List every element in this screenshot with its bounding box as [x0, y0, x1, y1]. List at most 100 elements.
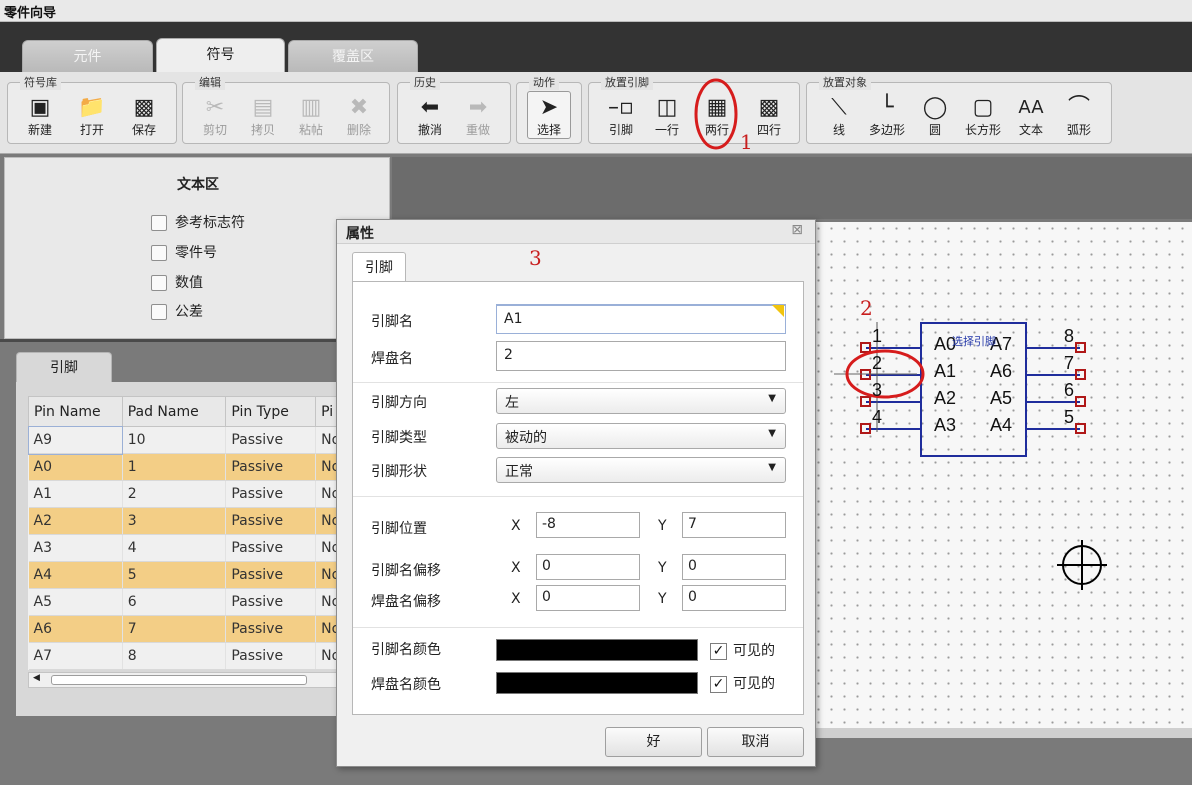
select-button[interactable]: ➤ 选择: [527, 91, 571, 139]
text-button[interactable]: AA 文本: [1009, 95, 1053, 138]
table-cell[interactable]: Passive: [225, 453, 317, 481]
pin-direction-select[interactable]: 左 ▼: [496, 388, 786, 414]
table-row[interactable]: A2 3 Passive No: [28, 507, 358, 535]
undo-button[interactable]: ⬅ 撤消: [408, 95, 452, 138]
table-cell[interactable]: A3: [28, 534, 123, 562]
option-reference-designator[interactable]: 参考标志符: [151, 212, 245, 234]
arc-button[interactable]: ⌒ 弧形: [1057, 95, 1101, 138]
checkbox[interactable]: [151, 304, 167, 320]
table-cell[interactable]: Passive: [225, 480, 317, 508]
table-row[interactable]: A7 8 Passive No: [28, 642, 358, 670]
horizontal-scrollbar[interactable]: ◀: [28, 672, 358, 688]
new-button[interactable]: ▣ 新建: [18, 95, 62, 138]
pin-label-a1[interactable]: A1: [934, 361, 956, 382]
table-cell[interactable]: Passive: [225, 507, 317, 535]
table-cell[interactable]: 10: [122, 426, 227, 454]
column-pad-name[interactable]: Pad Name: [121, 396, 227, 427]
cut-button[interactable]: ✂ 剪切: [193, 95, 237, 138]
save-button[interactable]: ▩ 保存: [122, 95, 166, 138]
name-offset-x-field[interactable]: 0: [536, 554, 640, 580]
name-offset-y-field[interactable]: 0: [682, 554, 786, 580]
table-cell[interactable]: 5: [122, 561, 227, 589]
table-row[interactable]: A4 5 Passive No: [28, 561, 358, 589]
open-button[interactable]: 📁 打开: [70, 95, 114, 138]
table-cell[interactable]: Passive: [225, 426, 317, 454]
dialog-titlebar[interactable]: 属性 ⊠: [337, 220, 815, 244]
one-row-button[interactable]: ◫ 一行: [645, 95, 689, 138]
cancel-button[interactable]: 取消: [707, 727, 804, 757]
table-row[interactable]: A0 1 Passive No: [28, 453, 358, 481]
tab-pin[interactable]: 引脚: [352, 252, 406, 282]
tab-footprint[interactable]: 覆盖区: [288, 40, 418, 72]
copy-button[interactable]: ▤ 拷贝: [241, 95, 285, 138]
table-cell[interactable]: A2: [28, 507, 123, 535]
position-x-field[interactable]: -8: [536, 512, 640, 538]
table-row[interactable]: A6 7 Passive No: [28, 615, 358, 643]
pad-offset-y-field[interactable]: 0: [682, 585, 786, 611]
pin-shape-select[interactable]: 正常 ▼: [496, 457, 786, 483]
option-part-number[interactable]: 零件号: [151, 242, 217, 264]
table-row[interactable]: A9 10 Passive No: [27, 425, 358, 455]
pad-name-visible-checkbox[interactable]: ✓ 可见的: [710, 673, 775, 693]
table-cell[interactable]: 1: [122, 453, 227, 481]
circle-button[interactable]: ◯ 圆: [913, 95, 957, 138]
table-cell[interactable]: A5: [28, 588, 123, 616]
table-cell[interactable]: 8: [122, 642, 227, 670]
checkbox[interactable]: [151, 215, 167, 231]
table-cell[interactable]: 7: [122, 615, 227, 643]
pin-name-color-swatch[interactable]: [496, 639, 698, 661]
table-cell[interactable]: 3: [122, 507, 227, 535]
line-button[interactable]: ⟍ 线: [817, 95, 861, 138]
tab-component[interactable]: 元件: [22, 40, 153, 72]
table-cell[interactable]: 6: [122, 588, 227, 616]
pad-name-color-swatch[interactable]: [496, 672, 698, 694]
table-cell[interactable]: Passive: [225, 561, 317, 589]
option-tolerance[interactable]: 公差: [151, 301, 203, 323]
pin-button[interactable]: –▫ 引脚: [599, 95, 643, 138]
check-icon[interactable]: ✓: [710, 642, 727, 660]
option-value[interactable]: 数值: [151, 272, 203, 294]
polygon-button[interactable]: └ 多边形: [865, 95, 909, 138]
pin-name-field[interactable]: A1: [496, 304, 786, 334]
table-cell[interactable]: 4: [122, 534, 227, 562]
table-cell[interactable]: A6: [28, 615, 123, 643]
pin-type-select[interactable]: 被动的 ▼: [496, 423, 786, 449]
column-pin-type[interactable]: Pin Type: [225, 396, 317, 427]
pad-name-field[interactable]: 2: [496, 341, 786, 371]
table-cell[interactable]: A4: [28, 561, 123, 589]
table-cell[interactable]: Passive: [225, 534, 317, 562]
table-cell[interactable]: Passive: [225, 588, 317, 616]
pin-label-a2[interactable]: A2: [934, 388, 956, 409]
pin-name-visible-checkbox[interactable]: ✓ 可见的: [710, 640, 775, 660]
checkbox[interactable]: [151, 275, 167, 291]
column-pin-name[interactable]: Pin Name: [28, 396, 123, 427]
delete-button[interactable]: ✖ 删除: [337, 95, 381, 138]
pin-label-a5[interactable]: A5: [990, 388, 1012, 409]
paste-button[interactable]: ▥ 粘帖: [289, 95, 333, 138]
pad-offset-x-field[interactable]: 0: [536, 585, 640, 611]
tab-symbol[interactable]: 符号: [156, 38, 285, 72]
pin-label-a3[interactable]: A3: [934, 415, 956, 436]
table-cell[interactable]: A9: [27, 425, 124, 455]
redo-button[interactable]: ➡ 重做: [456, 95, 500, 138]
table-row[interactable]: A5 6 Passive No: [28, 588, 358, 616]
close-icon[interactable]: ⊠: [791, 222, 803, 238]
table-row[interactable]: A3 4 Passive No: [28, 534, 358, 562]
table-cell[interactable]: Passive: [225, 615, 317, 643]
position-y-field[interactable]: 7: [682, 512, 786, 538]
table-cell[interactable]: A7: [28, 642, 123, 670]
table-row[interactable]: A1 2 Passive No: [28, 480, 358, 508]
table-cell[interactable]: 2: [122, 480, 227, 508]
checkbox[interactable]: [151, 245, 167, 261]
scrollbar-thumb[interactable]: [51, 675, 307, 685]
table-cell[interactable]: Passive: [225, 642, 317, 670]
table-cell[interactable]: A1: [28, 480, 123, 508]
pin-label-a6[interactable]: A6: [990, 361, 1012, 382]
rectangle-button[interactable]: ▢ 长方形: [961, 95, 1005, 138]
scroll-left-icon[interactable]: ◀: [33, 673, 40, 683]
pin-label-a4[interactable]: A4: [990, 415, 1012, 436]
ok-button[interactable]: 好: [605, 727, 702, 757]
check-icon[interactable]: ✓: [710, 675, 727, 693]
tab-pins[interactable]: 引脚: [16, 352, 112, 382]
table-cell[interactable]: A0: [28, 453, 123, 481]
